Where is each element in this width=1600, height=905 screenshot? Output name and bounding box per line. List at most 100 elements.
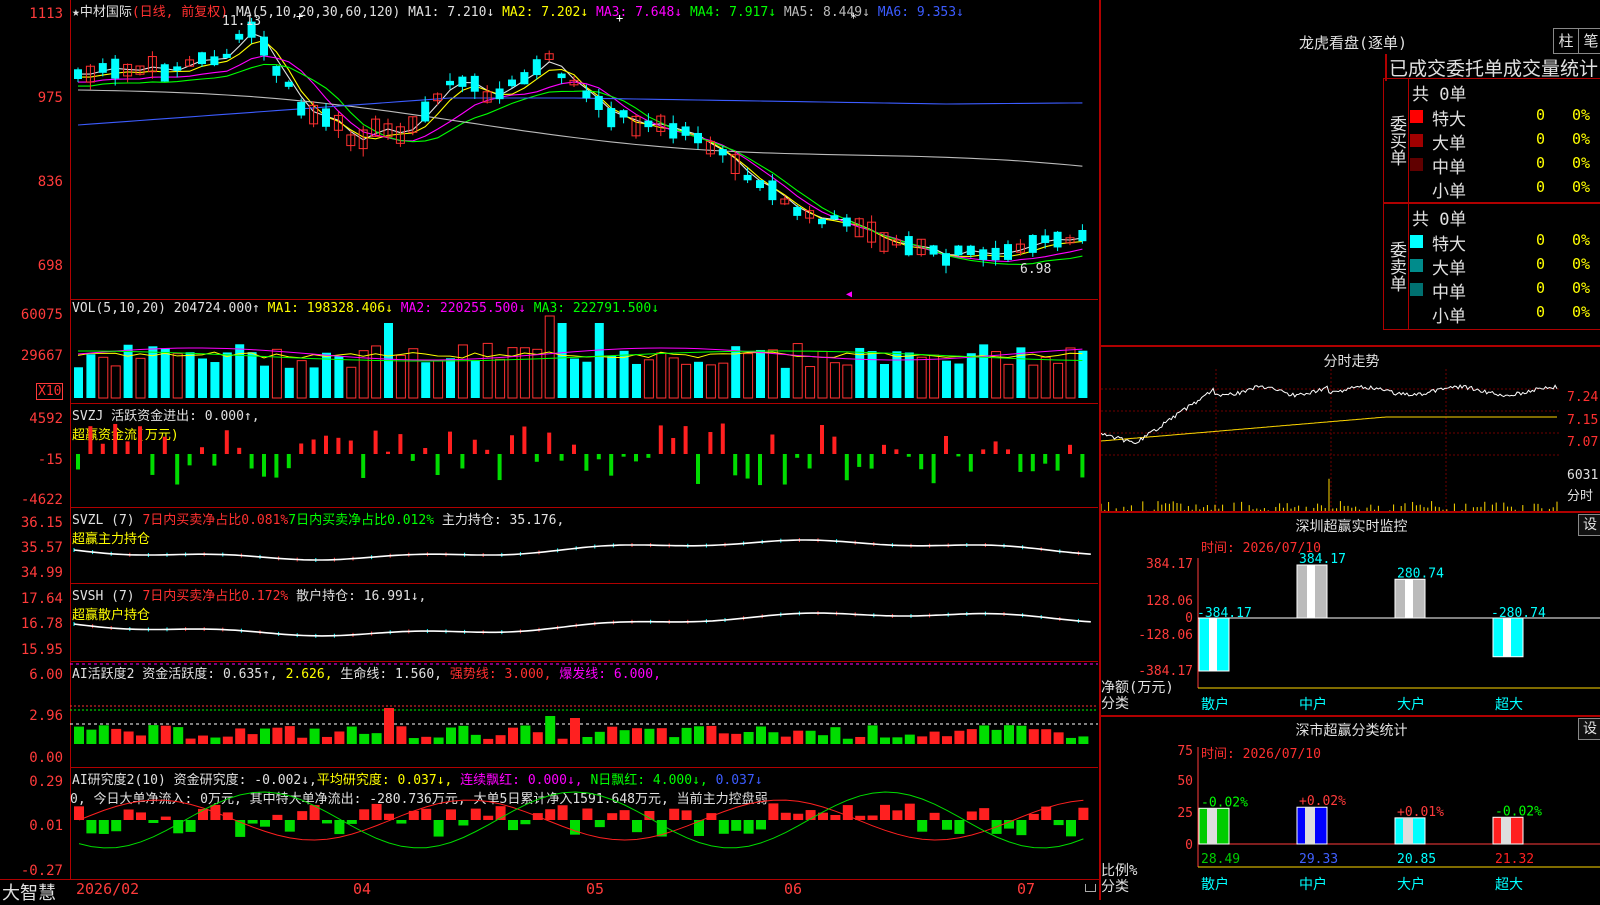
realtime-monitor-panel[interactable]: 深圳超赢实时监控 设 时间: 2026/07/10 384.17 128.06 0-… [1101, 511, 1600, 717]
flow-bar [820, 424, 824, 454]
volume-bar [135, 357, 146, 399]
classify-bar-highlight [1305, 807, 1315, 844]
activity-bar [408, 738, 419, 744]
volume-bar [198, 358, 207, 398]
tick-mode-button[interactable]: 笔 [1578, 28, 1600, 54]
research-bar [656, 820, 667, 837]
classify-bottom-label: 29.33 [1299, 852, 1338, 867]
research-line [78, 799, 1084, 841]
candle-body [98, 63, 107, 73]
research-bar [904, 803, 915, 820]
flow-bar [249, 454, 254, 469]
research-bar [743, 820, 754, 834]
svsh-tick: 16.78 [20, 616, 63, 632]
monitor-category: 超大 [1495, 697, 1523, 713]
flow-bar [1006, 449, 1010, 454]
intraday-panel[interactable]: 分时走势 7.24 7.15 7.07 6031 分时 [1101, 345, 1600, 513]
activity-bar [793, 730, 804, 744]
flow-bar [844, 454, 849, 481]
price-pane[interactable]: ★中材国际(日线, 前复权) MA(5,10,20,30,60,120) MA1… [70, 0, 1098, 299]
svzl-pane[interactable]: SVZL (7) 7日内买卖净占比0.081%7日内买卖净占比0.012% 主力… [70, 507, 1098, 584]
candlestick-chart[interactable]: + + * ◀ [70, 0, 1098, 299]
ai-active-tick: 2.96 [29, 708, 63, 724]
activity-bar [768, 732, 779, 744]
svzj-pane[interactable]: SVZJ 活跃资金进出: 0.000↑, 超赢资金流(万元) [70, 403, 1098, 508]
classify-tick: 50 [1177, 774, 1193, 789]
research-bar [1066, 820, 1076, 837]
activity-bar [892, 737, 903, 744]
activity-bar [470, 734, 481, 744]
volume-bar [594, 323, 604, 398]
intraday-chart[interactable] [1101, 369, 1600, 513]
price-tick: 1113 [29, 6, 63, 22]
ai-research-pane[interactable]: AI研究度2(10) 资金研究度: -0.002↓,平均研究度: 0.037↓,… [70, 767, 1098, 880]
flow-bar [1030, 454, 1035, 472]
order-stat-row: 大单 0 0% [1408, 254, 1600, 279]
classify-top-label: -0.02% [1201, 795, 1248, 810]
candle-body [198, 52, 206, 65]
volume-bar [979, 344, 989, 398]
activity-bar [520, 725, 531, 744]
activity-bar [780, 736, 791, 744]
order-stat-row: 中单 0 0% [1408, 278, 1600, 303]
intraday-tick: 7.24 [1567, 390, 1599, 405]
volume-pane[interactable]: VOL(5,10,20) 204724.000↑ MA1: 198328.406… [70, 299, 1098, 404]
activity-bar [1028, 729, 1039, 744]
legend-swatch [1410, 158, 1423, 171]
ai-research-tick: 0.01 [29, 818, 63, 834]
research-bar [756, 820, 766, 830]
flow-bar [435, 454, 440, 476]
classify-bar-highlight [1501, 817, 1511, 844]
candle-body [111, 58, 120, 79]
candle-body [160, 64, 169, 82]
svsh-pane[interactable]: SVSH (7) 7日内买卖净占比0.172% 散户持仓: 16.991↓, 超… [70, 583, 1098, 662]
intraday-vol-tick: 6031 [1567, 468, 1599, 483]
candle-body [1028, 235, 1037, 253]
activity-bar [346, 726, 357, 744]
flow-bar [138, 426, 142, 454]
main-chart-area[interactable]: ★中材国际(日线, 前复权) MA(5,10,20,30,60,120) MA1… [0, 0, 1099, 904]
research-bar [830, 814, 841, 820]
ai-active-pane[interactable]: AI活跃度2 资金活跃度: 0.635↑, 2.626, 生命线: 1.560,… [70, 661, 1098, 768]
activity-bar [1004, 725, 1014, 744]
volume-bar [457, 344, 468, 399]
activity-bar [656, 728, 667, 744]
x-label: 2026/02 [76, 880, 140, 898]
research-bars [74, 791, 1089, 849]
flow-bar [361, 454, 366, 478]
activity-bar [532, 732, 543, 744]
volume-bar [570, 358, 579, 398]
svzl-tick: 36.15 [20, 515, 63, 531]
monitor-category: 大户 [1397, 696, 1425, 713]
legend-swatch [1410, 283, 1423, 296]
candle-body [1004, 244, 1012, 260]
activity-bar [1016, 725, 1027, 744]
flow-bar [187, 454, 192, 466]
order-stat-row: 特大 0 0% [1408, 230, 1600, 255]
research-bar [297, 811, 308, 820]
legend-swatch [1410, 235, 1423, 248]
flow-bar [113, 423, 118, 454]
classify-bottom-label: 21.32 [1495, 852, 1534, 867]
candle-body [991, 247, 1000, 261]
legend-swatch [1410, 259, 1423, 272]
volume-bar [767, 349, 778, 399]
research-bar [1016, 820, 1027, 836]
research-bar [607, 813, 618, 820]
activity-bar [880, 737, 890, 744]
classification-panel[interactable]: 深市超赢分类统计 设 时间: 2026/07/10 75 50 25 0 -0.02% 2… [1101, 715, 1600, 902]
activity-bar [805, 730, 816, 744]
bar-mode-button[interactable]: 柱 [1553, 28, 1579, 54]
research-bar [632, 820, 642, 833]
classify-category: 散户 [1201, 876, 1229, 893]
order-percent: 0% [1572, 279, 1591, 297]
classify-bar-highlight [1403, 817, 1413, 844]
activity-bar [756, 726, 766, 744]
main-holding-line [73, 538, 1091, 562]
research-bar [185, 820, 196, 832]
candle-body [1078, 229, 1087, 242]
lock-icon[interactable] [1085, 884, 1096, 892]
flow-bar [224, 430, 229, 454]
marker: + [616, 11, 623, 25]
activity-bar [198, 735, 208, 744]
